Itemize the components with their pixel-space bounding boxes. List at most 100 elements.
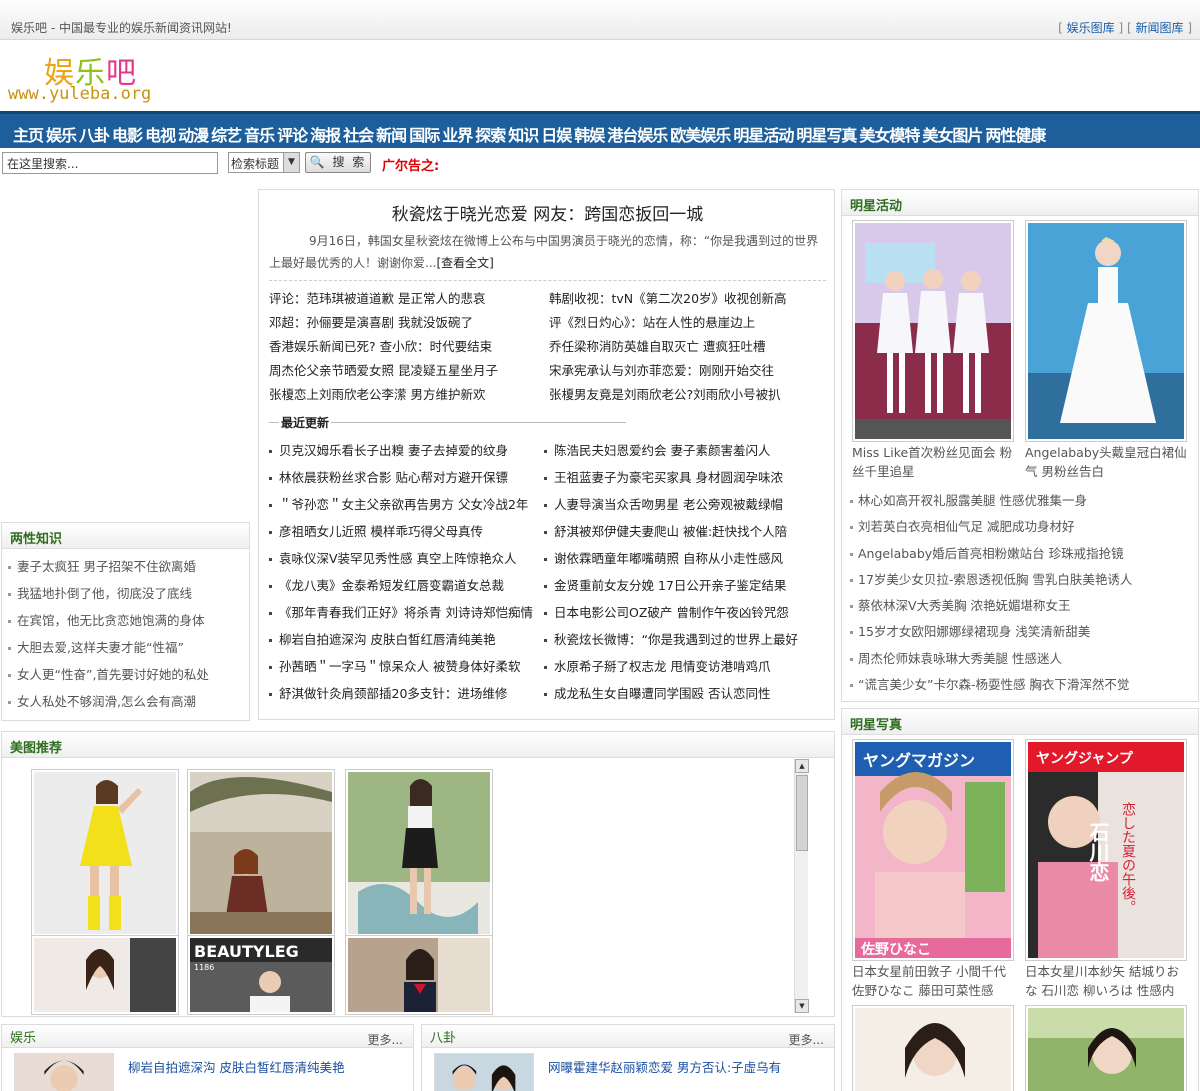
scroll-up-icon[interactable]: ▲	[795, 759, 809, 773]
recent-news-item[interactable]: 秋瓷炫长微博：“你是我遇到过的世界上最好	[544, 626, 798, 653]
list-item[interactable]: 刘若英白衣亮相仙气足 减肥成功身材好	[850, 514, 1132, 540]
link-entertainment-gallery[interactable]: 娱乐图库	[1067, 21, 1115, 35]
activity-photo[interactable]	[1025, 220, 1187, 442]
recent-news-item[interactable]: 水原希子掰了权志龙 甩情变访港啃鸡爪	[544, 653, 798, 680]
nav-item[interactable]: 明星写真	[796, 122, 857, 146]
photo-caption[interactable]: 日本女星前田敦子 小間千代 佐野ひなこ 藤田可菜性感	[852, 962, 1014, 1000]
gallery-photo[interactable]	[345, 935, 493, 1015]
activity-photo[interactable]	[852, 220, 1014, 442]
nav-item[interactable]: 海报	[310, 122, 341, 146]
recent-news-item[interactable]: 成龙私生女自曝遭同学围殴 否认恋同性	[544, 680, 798, 707]
activity-thumb[interactable]: Miss Like首次粉丝见面会 粉丝千里追星	[852, 220, 1014, 481]
recent-news-item[interactable]: 袁咏仪深V装罕见秀性感 真空上阵惊艳众人	[269, 545, 533, 572]
nav-item[interactable]: 国际	[409, 122, 440, 146]
recent-news-item[interactable]: 舒淇做针灸肩颈部插20多支针：进场维修	[269, 680, 533, 707]
list-item[interactable]: 15岁才女欧阳娜娜绿裙现身 浅笑清新甜美	[850, 619, 1132, 645]
photo-thumb[interactable]: ヤングマガジン 佐野ひなこ 日本女星前田敦子 小間千代 佐野ひなこ 藤田可菜性感	[852, 739, 1014, 1000]
nav-item[interactable]: 两性健康	[985, 122, 1046, 146]
nav-item[interactable]: 音乐	[244, 122, 275, 146]
search-input[interactable]	[2, 152, 218, 174]
hot-news-item[interactable]: 评论：范玮琪被道道歉 是正常人的悲哀	[269, 287, 498, 311]
nav-item[interactable]: 明星活动	[733, 122, 794, 146]
recent-news-item[interactable]: 王祖蓝妻子为豪宅买家具 身材圆润孕味浓	[544, 464, 798, 491]
recent-news-item[interactable]: 谢依霖晒童年嘟嘴萌照 自称从小走性感风	[544, 545, 798, 572]
nav-item[interactable]: 电视	[145, 122, 176, 146]
recent-news-item[interactable]: 柳岩自拍遮深沟 皮肤白皙红唇清纯美艳	[269, 626, 533, 653]
nav-item[interactable]: 业界	[442, 122, 473, 146]
more-link[interactable]: 更多...	[789, 1031, 824, 1048]
nav-item[interactable]: 探索	[475, 122, 506, 146]
nav-item[interactable]: 欧美娱乐	[670, 122, 731, 146]
nav-item[interactable]: 评论	[277, 122, 308, 146]
headline-title[interactable]: 秋瓷炫于晓光恋爱 网友：跨国恋扳回一城	[259, 200, 836, 225]
list-item[interactable]: 妻子太疯狂 男子招架不住欲离婚	[8, 553, 249, 580]
nav-item[interactable]: 美女模特	[859, 122, 920, 146]
list-item[interactable]: “谎言美少女”卡尔森-杨耍性感 胸衣下滑浑然不觉	[850, 672, 1132, 698]
recent-news-item[interactable]: 孙茜晒＂一字马＂惊呆众人 被赞身体好柔软	[269, 653, 533, 680]
more-link[interactable]: 更多...	[368, 1031, 403, 1048]
gallery-photo[interactable]: BEAUTYLEG 1186	[187, 935, 335, 1015]
news-link[interactable]: 网曝霍建华赵丽颖恋爱 男方否认:子虚乌有	[548, 1057, 781, 1076]
recent-news-item[interactable]: 《那年青春我们正好》将杀青 刘诗诗郑恺痴情	[269, 599, 533, 626]
photo-image[interactable]	[852, 1005, 1014, 1091]
photo-image[interactable]	[1025, 1005, 1187, 1091]
nav-item[interactable]: 动漫	[178, 122, 209, 146]
hot-news-item[interactable]: 张榎男友竟是刘雨欣老公?刘雨欣小号被扒	[549, 383, 787, 407]
nav-item[interactable]: 韩娱	[574, 122, 605, 146]
news-link[interactable]: 柳岩自拍遮深沟 皮肤白皙红唇清纯美艳	[128, 1057, 344, 1076]
nav-item[interactable]: 综艺	[211, 122, 242, 146]
scroll-down-icon[interactable]: ▼	[795, 999, 809, 1013]
nav-item[interactable]: 港台娱乐	[607, 122, 668, 146]
hot-news-item[interactable]: 评《烈日灼心》：站在人性的悬崖边上	[549, 311, 787, 335]
hot-news-item[interactable]: 宋承宪承认与刘亦菲恋爱：刚刚开始交往	[549, 359, 787, 383]
photo-caption[interactable]: 日本女星川本紗矢 結城りおな 石川恋 柳いろは 性感内	[1025, 962, 1187, 1000]
nav-item[interactable]: 知识	[508, 122, 539, 146]
nav-item[interactable]: 社会	[343, 122, 374, 146]
gallery-photo[interactable]	[31, 935, 179, 1015]
hot-news-item[interactable]: 周杰伦父亲节晒爱女照 昆凌疑五星坐月子	[269, 359, 498, 383]
recent-news-item[interactable]: 金贤重前女友分娩 17日公开亲子鉴定结果	[544, 572, 798, 599]
search-button[interactable]: 🔍 搜 索	[305, 152, 371, 173]
search-scope-select[interactable]: 检索标题 ▼	[228, 152, 300, 173]
list-item[interactable]: 女人私处不够润滑,怎么会有高潮	[8, 688, 249, 715]
photo-thumb[interactable]	[852, 1005, 1014, 1091]
photo-thumb[interactable]	[1025, 1005, 1187, 1091]
list-item[interactable]: 我猛地扑倒了他，彻底没了底线	[8, 580, 249, 607]
hot-news-item[interactable]: 张榎恋上刘雨欣老公李潆 男方维护新欢	[269, 383, 498, 407]
activity-caption[interactable]: Angelababy头戴皇冠白裙仙气 男粉丝告白	[1025, 443, 1187, 481]
recent-news-item[interactable]: ＂爷孙恋＂女主父亲欲再告男方 父女冷战2年	[269, 491, 533, 518]
nav-item[interactable]: 美女图片	[922, 122, 983, 146]
list-item[interactable]: 林心如高开衩礼服露美腿 性感优雅集一身	[850, 488, 1132, 514]
photo-thumb[interactable]: ヤングジャンプ 恋した夏の午後。 石川恋 日本女星川本紗矢 結城りおな 石川恋 …	[1025, 739, 1187, 1000]
magazine-cover[interactable]: ヤングジャンプ 恋した夏の午後。 石川恋	[1025, 739, 1187, 961]
list-item[interactable]: 周杰伦师妹袁咏琳大秀美腿 性感迷人	[850, 646, 1132, 672]
recent-news-item[interactable]: 贝克汉姆乐看长子出糗 妻子去掉爱的纹身	[269, 437, 533, 464]
news-thumb[interactable]	[14, 1053, 114, 1091]
gallery-photo[interactable]	[345, 769, 493, 937]
recent-news-item[interactable]: 日本电影公司OZ破产 曾制作午夜凶铃咒怨	[544, 599, 798, 626]
nav-item[interactable]: 主页	[13, 122, 44, 146]
hot-news-item[interactable]: 韩剧收视：tvN《第二次20岁》收视创新高	[549, 287, 787, 311]
activity-caption[interactable]: Miss Like首次粉丝见面会 粉丝千里追星	[852, 443, 1014, 481]
recent-news-item[interactable]: 舒淇被郑伊健夫妻爬山 被催:赶快找个人陪	[544, 518, 798, 545]
gallery-photo[interactable]	[31, 769, 179, 937]
nav-item[interactable]: 八卦	[79, 122, 110, 146]
link-news-gallery[interactable]: 新闻图库	[1135, 21, 1183, 35]
nav-item[interactable]: 电影	[112, 122, 143, 146]
recent-news-item[interactable]: 《龙八夷》金泰希短发红唇变霸道女总裁	[269, 572, 533, 599]
list-item[interactable]: Angelababy婚后首亮相粉嫩站台 珍珠戒指抢镜	[850, 541, 1132, 567]
read-full-link[interactable]: [查看全文]	[436, 256, 493, 270]
nav-item[interactable]: 新闻	[376, 122, 407, 146]
hot-news-item[interactable]: 香港娱乐新闻已死? 查小欣：时代要结束	[269, 335, 498, 359]
recent-news-item[interactable]: 林依晨获粉丝求合影 贴心帮对方避开保镖	[269, 464, 533, 491]
recent-news-item[interactable]: 彦祖晒女儿近照 模样乖巧得父母真传	[269, 518, 533, 545]
recent-news-item[interactable]: 陈浩民夫妇恩爱约会 妻子素颜害羞闪人	[544, 437, 798, 464]
list-item[interactable]: 17岁美少女贝拉-索恩透视低胸 雪乳白肤美艳诱人	[850, 567, 1132, 593]
site-logo[interactable]: 娱乐吧 www.yuleba.org	[8, 48, 208, 108]
list-item[interactable]: 大胆去爱,这样夫妻才能“性福”	[8, 634, 249, 661]
hot-news-item[interactable]: 乔任梁称消防英雄自取灭亡 遭疯狂吐槽	[549, 335, 787, 359]
recent-news-item[interactable]: 人妻导演当众舌吻男星 老公旁观被戴绿帽	[544, 491, 798, 518]
activity-thumb[interactable]: Angelababy头戴皇冠白裙仙气 男粉丝告白	[1025, 220, 1187, 481]
nav-item[interactable]: 日娱	[541, 122, 572, 146]
gallery-photo[interactable]	[187, 769, 335, 937]
